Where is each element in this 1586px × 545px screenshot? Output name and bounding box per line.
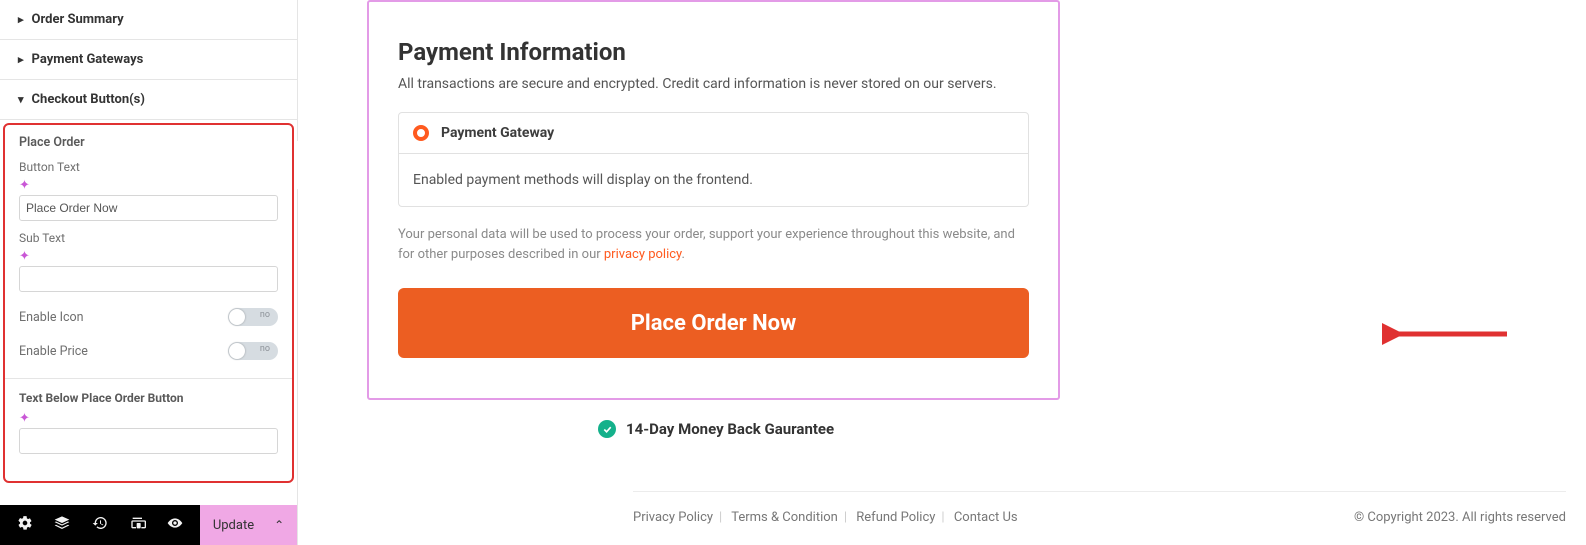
payment-gateway-box: Payment Gateway Enabled payment methods … [398,112,1029,207]
guarantee-row: 14-Day Money Back Gaurantee [598,420,834,438]
update-button[interactable]: Update ⌃ [200,505,297,545]
toggle-state: no [260,344,270,354]
editor-bottom-bar: Update ⌃ [0,505,297,545]
footer-link-refund[interactable]: Refund Policy [856,510,935,525]
section-place-order: Place Order [19,135,278,150]
card-description: All transactions are secure and encrypte… [398,76,1029,92]
input-sub-text[interactable] [19,266,278,292]
update-label: Update [213,518,254,533]
radio-selected-icon [413,125,429,141]
payment-information-card: Payment Information All transactions are… [376,6,1051,380]
caret-down-icon: ▾ [18,94,24,105]
preview-canvas: Payment Information All transactions are… [298,0,1586,545]
label-enable-icon: Enable Icon [19,310,84,325]
annotation-arrow-icon [1382,314,1512,354]
gateway-label: Payment Gateway [441,125,554,141]
check-circle-icon [598,420,616,438]
accordion-order-summary[interactable]: ▸ Order Summary [0,0,297,40]
gateway-body-text: Enabled payment methods will display on … [399,154,1028,206]
caret-right-icon: ▸ [18,54,24,65]
card-title: Payment Information [398,38,1029,66]
input-button-text[interactable] [19,195,278,221]
section-text-below: Text Below Place Order Button [19,391,278,407]
accordion-label: Order Summary [32,12,124,27]
toggle-state: no [260,310,270,320]
responsive-icon[interactable] [130,515,146,535]
privacy-policy-link[interactable]: privacy policy [604,247,682,262]
page-footer: Privacy Policy| Terms & Condition| Refun… [633,491,1566,525]
place-order-label: Place Order Now [631,311,797,336]
guarantee-text: 14-Day Money Back Gaurantee [626,420,834,438]
footer-link-contact[interactable]: Contact Us [954,510,1018,525]
footer-link-privacy[interactable]: Privacy Policy [633,510,713,525]
gear-icon[interactable] [17,515,33,535]
chevron-up-icon[interactable]: ⌃ [274,518,284,532]
history-icon[interactable] [92,515,108,535]
ai-sparkle-icon[interactable]: ✦ [19,411,30,426]
label-button-text: Button Text [19,160,278,174]
toggle-enable-price[interactable]: no [228,342,278,360]
ai-sparkle-icon[interactable]: ✦ [19,249,30,264]
footer-links: Privacy Policy| Terms & Condition| Refun… [633,510,1018,525]
ai-sparkle-icon[interactable]: ✦ [19,178,30,193]
gateway-option[interactable]: Payment Gateway [399,113,1028,154]
layers-icon[interactable] [54,515,70,535]
input-text-below[interactable] [19,428,278,454]
place-order-button[interactable]: Place Order Now [398,288,1029,358]
privacy-prefix: Your personal data will be used to proce… [398,227,1015,262]
label-enable-price: Enable Price [19,344,88,359]
label-sub-text: Sub Text [19,231,278,245]
caret-right-icon: ▸ [18,14,24,25]
footer-copyright: © Copyright 2023. All rights reserved [1354,510,1566,525]
checkout-buttons-panel: Place Order Button Text ✦ Sub Text ✦ Ena… [3,123,294,483]
editor-sidebar: ▸ Order Summary ▸ Payment Gateways ▾ Che… [0,0,298,545]
toggle-enable-icon[interactable]: no [228,308,278,326]
footer-link-terms[interactable]: Terms & Condition [731,510,838,525]
privacy-suffix: . [682,247,685,262]
eye-icon[interactable] [167,515,183,535]
privacy-note: Your personal data will be used to proce… [398,225,1029,264]
accordion-payment-gateways[interactable]: ▸ Payment Gateways [0,40,297,80]
accordion-label: Payment Gateways [32,52,144,67]
accordion-label: Checkout Button(s) [32,92,145,107]
accordion-checkout-buttons[interactable]: ▾ Checkout Button(s) [0,80,297,120]
